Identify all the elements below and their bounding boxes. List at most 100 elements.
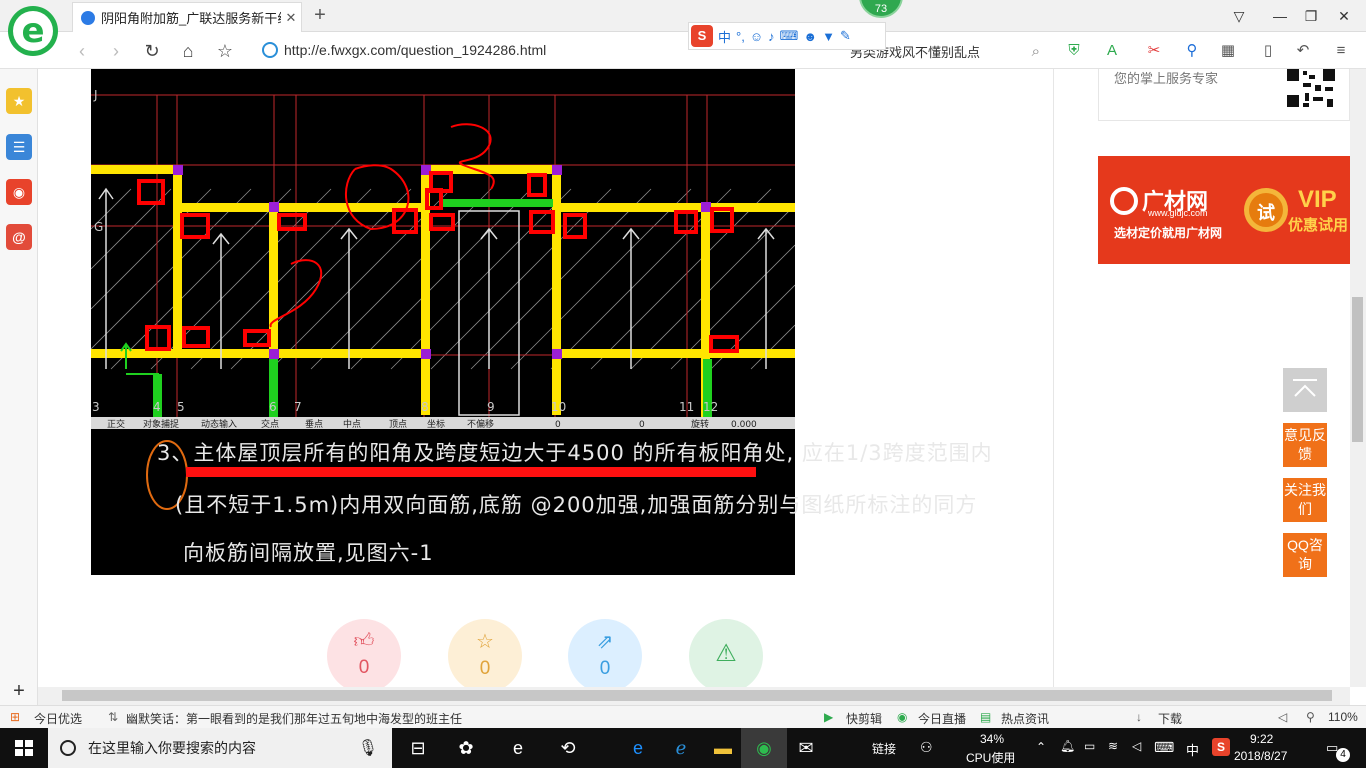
home-icon[interactable]: ⌂ xyxy=(176,39,200,63)
axis-label: 6 xyxy=(269,400,277,414)
vertical-scrollbar[interactable] xyxy=(1350,69,1366,687)
apps-icon[interactable]: ▦ xyxy=(1217,40,1239,62)
scissors-icon[interactable]: ✂ xyxy=(1143,40,1165,62)
mail-icon[interactable]: @ xyxy=(6,224,32,250)
edge-blue-icon[interactable]: e xyxy=(615,728,661,768)
mail-app-icon[interactable]: ✉ xyxy=(783,728,829,768)
horizontal-scroll-thumb[interactable] xyxy=(62,690,1332,701)
ime-indicator[interactable]: 中 xyxy=(1186,740,1199,759)
voice-icon[interactable]: ♪ xyxy=(768,29,775,44)
keyboard-icon[interactable]: ⌨ xyxy=(780,28,799,44)
browser-taskbar-icon[interactable]: ◉ xyxy=(741,728,787,768)
skin-icon[interactable]: ▽ xyxy=(1227,4,1251,28)
browser-logo-icon[interactable]: e xyxy=(8,6,58,56)
refresh-icon[interactable]: ↻ xyxy=(140,39,164,63)
new-tab-button[interactable]: + xyxy=(308,4,332,28)
quick-clip-icon[interactable]: ▶ xyxy=(824,710,833,724)
gift-icon[interactable]: ⊞ xyxy=(10,710,20,724)
file-explorer-icon[interactable]: ▬ xyxy=(700,728,746,768)
hot-news-icon[interactable]: ▤ xyxy=(980,710,991,724)
microphone-icon[interactable]: 🎙︎ xyxy=(358,738,378,758)
zoom-icon[interactable]: ⚲ xyxy=(1181,40,1203,62)
clock-time[interactable]: 9:22 xyxy=(1250,732,1273,746)
ie-icon[interactable]: ℯ xyxy=(658,728,704,768)
like-button[interactable]: 👍︎ 0 xyxy=(327,619,401,687)
wifi-icon[interactable]: ≋ xyxy=(1108,739,1118,753)
forward-icon[interactable]: › xyxy=(104,39,128,63)
close-window-button[interactable]: ✕ xyxy=(1332,4,1356,28)
ime-mode[interactable]: 中 xyxy=(718,27,731,46)
bookmark-star-icon[interactable]: ☆ xyxy=(213,39,237,63)
maximize-button[interactable]: ❐ xyxy=(1299,4,1323,28)
ad-vip-sub: 优惠试用 xyxy=(1288,217,1349,234)
today-picks-link[interactable]: 今日优选 xyxy=(34,710,82,727)
vertical-scroll-thumb[interactable] xyxy=(1352,297,1363,442)
qq-consult-button[interactable]: QQ咨询 xyxy=(1283,533,1327,577)
live-link[interactable]: 今日直播 xyxy=(918,710,966,727)
quick-clip-link[interactable]: 快剪辑 xyxy=(846,710,882,727)
tab-active[interactable]: 阴阳角附加筋_广联达服务新干线 ✕ xyxy=(72,2,302,32)
notification-bell-icon[interactable]: 🔔︎ xyxy=(1060,739,1075,753)
speaker-icon[interactable]: ◁ xyxy=(1278,710,1287,724)
volume-icon[interactable]: ◁ xyxy=(1132,739,1141,753)
people-icon[interactable]: ⚇ xyxy=(920,739,933,756)
news-ticker-link[interactable]: 幽默笑话：第一眼看到的是我们那年过五旬地中海发型的班主任 xyxy=(126,710,462,727)
ime-toolbar[interactable]: S 中 °, ☺ ♪ ⌨ ☻ ▼ ✎ xyxy=(688,22,886,50)
sogou-tray-icon[interactable]: S xyxy=(1212,738,1230,756)
emoji-icon[interactable]: ☺ xyxy=(750,29,763,44)
skin-shirt-icon[interactable]: ▼ xyxy=(822,29,835,44)
undo-icon[interactable]: ↶ xyxy=(1292,40,1314,62)
download-icon[interactable]: ↓ xyxy=(1136,710,1142,724)
keyboard-icon[interactable]: ⌨ xyxy=(1154,739,1174,756)
axis-label: 12 xyxy=(703,400,718,414)
translate-icon[interactable]: A xyxy=(1101,40,1123,62)
feedback-button[interactable]: 意见反馈 xyxy=(1283,423,1327,467)
back-icon[interactable]: ‹ xyxy=(70,39,94,63)
tablet-icon[interactable]: ▯ xyxy=(1257,40,1279,62)
clock-date[interactable]: 2018/8/27 xyxy=(1234,749,1287,763)
taskbar-search-input[interactable]: 在这里输入你要搜索的内容 xyxy=(88,738,358,758)
sogou-icon[interactable]: S xyxy=(691,25,713,47)
menu-icon[interactable]: ≡ xyxy=(1330,40,1352,62)
minimize-button[interactable]: — xyxy=(1268,4,1292,28)
live-icon[interactable]: ◉ xyxy=(897,710,907,724)
site-security-icon xyxy=(262,42,278,58)
zoom-level[interactable]: 110% xyxy=(1328,710,1358,724)
back-to-top-button[interactable] xyxy=(1283,368,1327,412)
tab-close-button[interactable]: ✕ xyxy=(281,10,301,26)
task-view-icon[interactable]: ⊟ xyxy=(395,728,441,768)
add-sidebar-button[interactable]: + xyxy=(0,679,38,705)
app-icon[interactable]: ⟲ xyxy=(545,728,591,768)
horizontal-scrollbar[interactable] xyxy=(38,687,1350,705)
battery-icon[interactable]: ▭ xyxy=(1084,739,1095,753)
edge-icon[interactable]: e xyxy=(495,728,541,768)
user-icon[interactable]: ☻ xyxy=(803,29,817,44)
site-favicon-icon xyxy=(81,10,95,25)
shield-icon[interactable]: ⛨ xyxy=(1063,40,1085,62)
red-underline-mark xyxy=(186,467,756,477)
links-label[interactable]: 链接 xyxy=(872,740,896,757)
report-button[interactable]: ⚠ xyxy=(689,619,763,687)
note-line-3: 向板筋间隔放置,见图六-1 xyxy=(183,541,434,565)
taskbar-search-box[interactable]: 在这里输入你要搜索的内容 🎙︎ xyxy=(48,728,392,768)
vip-ad-banner[interactable]: 广材网 www.gldjc.com 选材定价就用广材网 试 VIP 优惠试用 xyxy=(1098,156,1350,264)
ime-punct[interactable]: °, xyxy=(736,29,745,44)
news-prev-icon[interactable]: ⇅ xyxy=(108,710,118,724)
favorite-button[interactable]: ☆ 0 xyxy=(448,619,522,687)
wrench-icon[interactable]: ✎ xyxy=(840,28,851,44)
cpu-percent: 34% xyxy=(980,732,1005,746)
reading-list-icon[interactable]: ☰ xyxy=(6,134,32,160)
hot-news-link[interactable]: 热点资讯 xyxy=(1001,710,1049,727)
zoom-search-icon[interactable]: ⚲ xyxy=(1306,710,1315,724)
notification-badge[interactable]: 73 xyxy=(859,0,903,18)
share-button[interactable]: ⇗ 0 xyxy=(568,619,642,687)
follow-us-button[interactable]: 关注我们 xyxy=(1283,478,1327,522)
search-icon[interactable]: ⌕ xyxy=(1032,43,1040,60)
weibo-icon[interactable]: ◉ xyxy=(6,179,32,205)
windows-start-button[interactable] xyxy=(0,728,48,768)
favorites-star-icon[interactable]: ★ xyxy=(6,88,32,114)
pinwheel-app-icon[interactable]: ✿ xyxy=(443,728,489,768)
url-text[interactable]: http://e.fwxgx.com/question_1924286.html xyxy=(284,42,546,58)
download-link[interactable]: 下载 xyxy=(1158,710,1182,727)
tray-expand-icon[interactable]: ⌃ xyxy=(1036,740,1046,754)
